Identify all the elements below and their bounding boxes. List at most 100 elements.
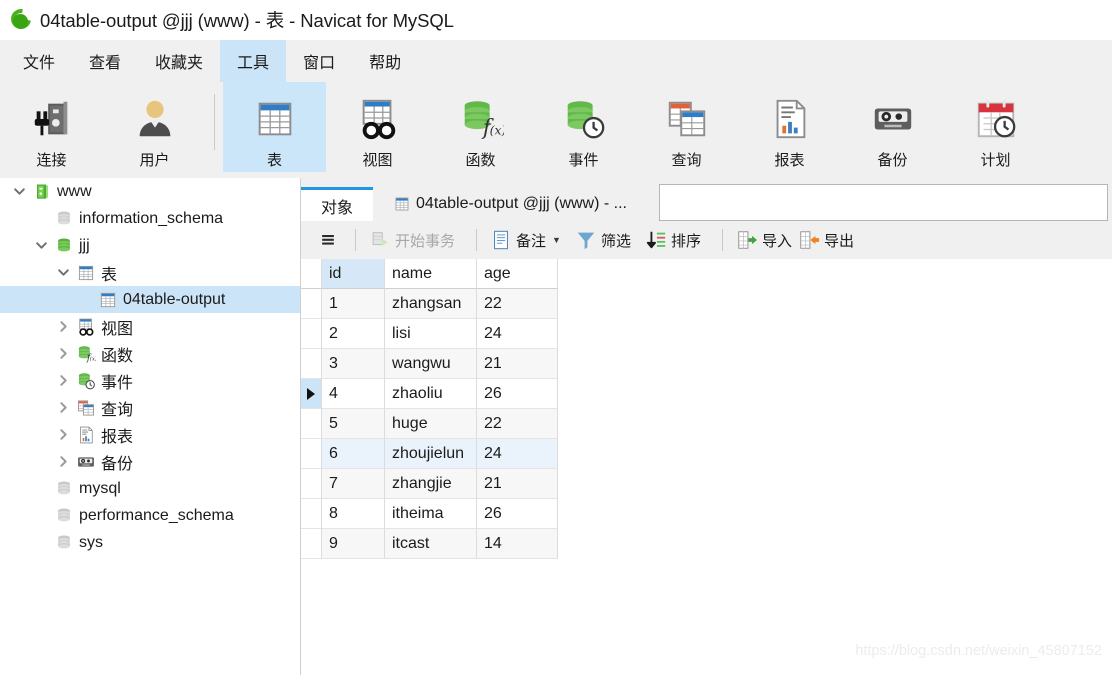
row-marker[interactable] [301, 289, 322, 319]
grid-column-header[interactable]: name [385, 259, 477, 289]
menu-window[interactable]: 窗口 [286, 40, 352, 82]
toolbar-button-event[interactable]: 事件 [532, 82, 635, 172]
grid-cell-id[interactable]: 4 [322, 379, 385, 409]
toolbar-button-function[interactable]: f(x) 函数 [429, 82, 532, 172]
grid-cell-age[interactable]: 21 [477, 349, 558, 379]
chevron-down-icon[interactable] [8, 185, 30, 198]
chevron-right-icon[interactable] [52, 401, 74, 414]
grid-cell-id[interactable]: 1 [322, 289, 385, 319]
import-button[interactable]: 导入 [733, 229, 795, 251]
filter-button[interactable]: 筛选 [572, 229, 634, 251]
chevron-down-icon[interactable]: ▼ [552, 235, 561, 245]
grid-cell-age[interactable]: 26 [477, 499, 558, 529]
grid-menu-button[interactable] [315, 230, 345, 250]
grid-column-header[interactable]: age [477, 259, 558, 289]
row-marker[interactable] [301, 469, 322, 499]
table-row[interactable]: 7 zhangjie 21 [301, 469, 1112, 499]
grid-cell-age[interactable]: 22 [477, 289, 558, 319]
grid-cell-name[interactable]: wangwu [385, 349, 477, 379]
tree-item-[interactable]: 视图 [0, 313, 300, 340]
grid-cell-age[interactable]: 14 [477, 529, 558, 559]
grid-cell-age[interactable]: 24 [477, 319, 558, 349]
grid-cell-id[interactable]: 6 [322, 439, 385, 469]
grid-cell-age[interactable]: 26 [477, 379, 558, 409]
tree-item-sys[interactable]: sys [0, 529, 300, 556]
toolbar-button-report[interactable]: 报表 [738, 82, 841, 172]
row-marker[interactable] [301, 439, 322, 469]
grid-cell-id[interactable]: 2 [322, 319, 385, 349]
grid-cell-name[interactable]: huge [385, 409, 477, 439]
tree-item-[interactable]: 事件 [0, 367, 300, 394]
grid-cell-age[interactable]: 24 [477, 439, 558, 469]
grid-cell-id[interactable]: 9 [322, 529, 385, 559]
hamburger-icon [318, 230, 338, 250]
note-button[interactable]: 备注 ▼ [487, 229, 564, 251]
tree-item-label: 查询 [101, 401, 134, 419]
table-row[interactable]: 5 huge 22 [301, 409, 1112, 439]
toolbar-button-user[interactable]: 用户 [103, 82, 206, 172]
grid-cell-id[interactable]: 8 [322, 499, 385, 529]
tree-item-performance_schema[interactable]: performance_schema [0, 502, 300, 529]
data-grid[interactable]: id name age 1 zhangsan 22 2 lisi 24 3 wangwu 21 4 zha… [301, 259, 1112, 675]
grid-cell-id[interactable]: 3 [322, 349, 385, 379]
chevron-right-icon[interactable] [52, 428, 74, 441]
grid-cell-name[interactable]: lisi [385, 319, 477, 349]
toolbar-button-table[interactable]: 表 [223, 82, 326, 172]
grid-cell-name[interactable]: zhoujielun [385, 439, 477, 469]
tree-item-[interactable]: 查询 [0, 394, 300, 421]
grid-cell-age[interactable]: 22 [477, 409, 558, 439]
chevron-right-icon[interactable] [52, 320, 74, 333]
export-button[interactable]: 导出 [795, 229, 857, 251]
chevron-right-icon[interactable] [52, 455, 74, 468]
tree-item-04table-output[interactable]: 04table-output [0, 286, 300, 313]
table-row[interactable]: 9 itcast 14 [301, 529, 1112, 559]
toolbar-button-backup[interactable]: 备份 [841, 82, 944, 172]
row-marker[interactable] [301, 379, 322, 409]
row-marker[interactable] [301, 499, 322, 529]
sort-button[interactable]: 排序 [642, 229, 704, 251]
grid-cell-name[interactable]: itcast [385, 529, 477, 559]
row-marker[interactable] [301, 529, 322, 559]
grid-cell-id[interactable]: 5 [322, 409, 385, 439]
tree-item-[interactable]: 表 [0, 259, 300, 286]
grid-cell-id[interactable]: 7 [322, 469, 385, 499]
chevron-right-icon[interactable] [52, 374, 74, 387]
row-marker[interactable] [301, 319, 322, 349]
toolbar-button-query[interactable]: 查询 [635, 82, 738, 172]
chevron-down-icon[interactable] [52, 266, 74, 279]
grid-cell-name[interactable]: zhangjie [385, 469, 477, 499]
menu-view[interactable]: 查看 [72, 40, 138, 82]
menu-favorites[interactable]: 收藏夹 [138, 40, 220, 82]
tree-item-www[interactable]: www [0, 178, 300, 205]
table-row[interactable]: 4 zhaoliu 26 [301, 379, 1112, 409]
row-marker[interactable] [301, 409, 322, 439]
tab-objects[interactable]: 对象 [301, 187, 374, 221]
chevron-down-icon[interactable] [30, 239, 52, 252]
grid-column-header[interactable]: id [322, 259, 385, 289]
menu-tools[interactable]: 工具 [220, 40, 287, 82]
menu-file[interactable]: 文件 [6, 40, 72, 82]
tree-item-[interactable]: 报表 [0, 421, 300, 448]
tree-item-[interactable]: f(x)函数 [0, 340, 300, 367]
table-row[interactable]: 6 zhoujielun 24 [301, 439, 1112, 469]
grid-cell-name[interactable]: zhangsan [385, 289, 477, 319]
tree-item-information_schema[interactable]: information_schema [0, 205, 300, 232]
table-row[interactable]: 8 itheima 26 [301, 499, 1112, 529]
object-tree-sidebar[interactable]: www information_schema jjj 表 04table-output 视… [0, 178, 300, 675]
tab-table-data[interactable]: 04table-output @jjj (www) - ... [373, 187, 647, 221]
table-row[interactable]: 2 lisi 24 [301, 319, 1112, 349]
grid-cell-name[interactable]: itheima [385, 499, 477, 529]
chevron-right-icon[interactable] [52, 347, 74, 360]
table-row[interactable]: 3 wangwu 21 [301, 349, 1112, 379]
row-marker[interactable] [301, 349, 322, 379]
toolbar-button-view[interactable]: 视图 [326, 82, 429, 172]
toolbar-button-schedule[interactable]: 计划 [944, 82, 1047, 172]
toolbar-button-connection[interactable]: 连接 [0, 82, 103, 172]
table-row[interactable]: 1 zhangsan 22 [301, 289, 1112, 319]
tree-item-[interactable]: 备份 [0, 448, 300, 475]
menu-help[interactable]: 帮助 [352, 40, 418, 82]
tree-item-jjj[interactable]: jjj [0, 232, 300, 259]
grid-cell-age[interactable]: 21 [477, 469, 558, 499]
grid-cell-name[interactable]: zhaoliu [385, 379, 477, 409]
tree-item-mysql[interactable]: mysql [0, 475, 300, 502]
